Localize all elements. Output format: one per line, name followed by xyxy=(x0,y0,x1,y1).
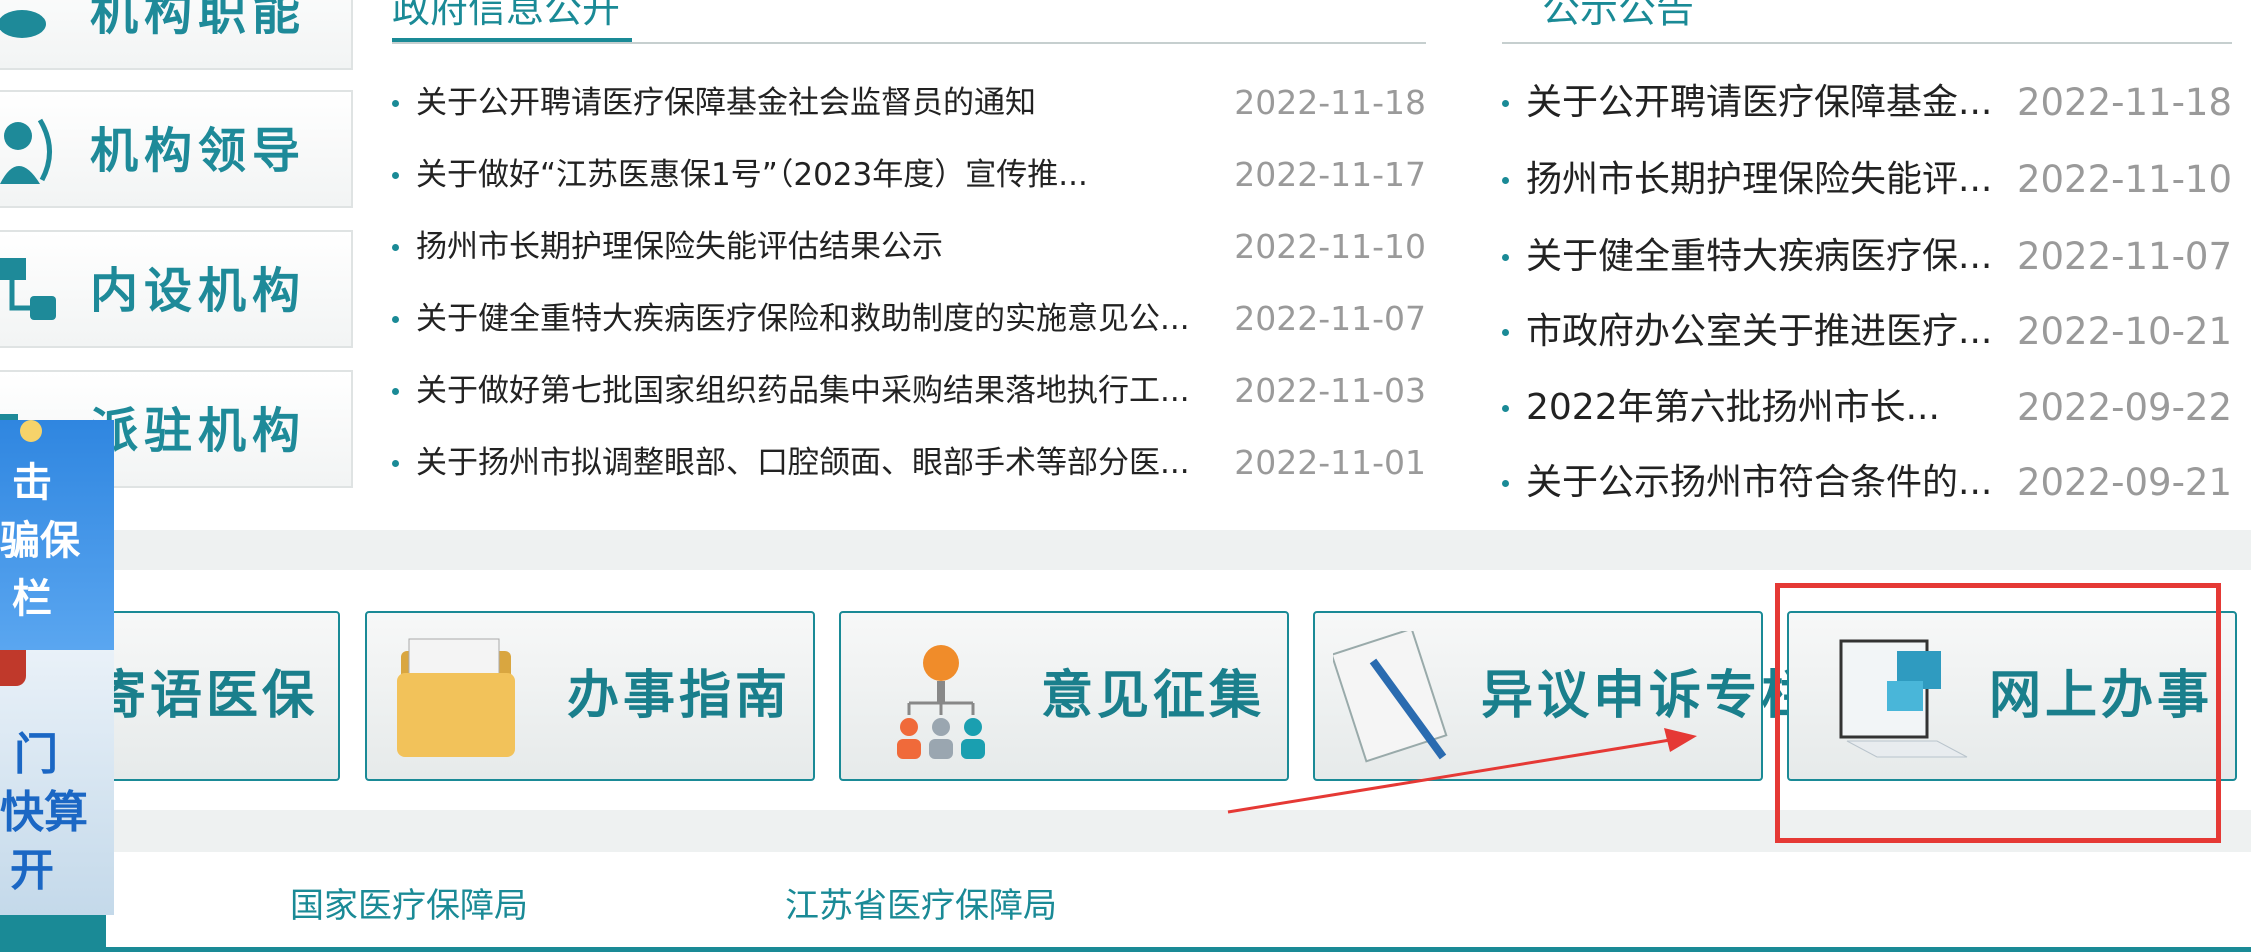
floating-ad-anti-fraud[interactable]: 击 骗保 栏 xyxy=(0,420,114,650)
ad-line: 开 xyxy=(10,845,54,896)
bullet-dot xyxy=(1502,480,1509,487)
list-item-date: 2022-11-10 xyxy=(2016,158,2232,201)
list-item[interactable]: 关于扬州市拟调整眼部、口腔颌面、眼部手术等部分医... 2022-11-01 xyxy=(392,435,1426,491)
link-national-healthcare-security[interactable]: 国家医疗保障局 xyxy=(290,878,528,927)
nav-card-departments[interactable]: 内设机构 xyxy=(0,230,353,348)
list-item-date: 2022-11-17 xyxy=(1234,155,1426,194)
section-divider xyxy=(1502,42,2232,44)
bullet-dot xyxy=(392,460,399,467)
list-item-title[interactable]: 扬州市长期护理保险失能评... xyxy=(1526,152,1992,208)
tab-gov-info[interactable]: 政府信息公开 xyxy=(392,0,620,33)
service-button-label: 办事指南 xyxy=(567,666,792,726)
ad-line: 栏 xyxy=(12,576,52,622)
bullet-dot xyxy=(1502,177,1509,184)
list-item-date: 2022-11-03 xyxy=(1234,371,1426,410)
org-chart-icon xyxy=(0,258,56,320)
highlight-box xyxy=(1775,583,2221,843)
list-item-date: 2022-09-22 xyxy=(2016,386,2232,429)
list-item-title[interactable]: 2022年第六批扬州市长... xyxy=(1526,380,1940,436)
bullet-dot xyxy=(1502,254,1509,261)
list-item[interactable]: 关于公开聘请医疗保障基金... 2022-11-18 xyxy=(1502,75,2232,131)
bulb-team-icon xyxy=(897,645,985,759)
list-item[interactable]: 关于公开聘请医疗保障基金社会监督员的通知 2022-11-18 xyxy=(392,75,1426,131)
bullet-dot xyxy=(392,172,399,179)
list-item[interactable]: 市政府办公室关于推进医疗... 2022-10-21 xyxy=(1502,304,2232,360)
list-item-title[interactable]: 关于健全重特大疾病医疗保险和救助制度的实施意见公... xyxy=(416,291,1190,347)
ad-line: 门 xyxy=(14,729,58,780)
badge-icon xyxy=(0,650,26,686)
nav-card-label: 机构领导 xyxy=(90,123,307,179)
nav-card-functions[interactable]: 机构职能 xyxy=(0,0,353,70)
list-item[interactable]: 关于健全重特大疾病医疗保险和救助制度的实施意见公... 2022-11-07 xyxy=(392,291,1426,347)
section-separator-band xyxy=(0,530,2251,570)
list-item-title[interactable]: 关于健全重特大疾病医疗保... xyxy=(1526,229,1992,285)
list-item-title[interactable]: 关于做好第七批国家组织药品集中采购结果落地执行工... xyxy=(416,363,1190,419)
bullet-dot xyxy=(1502,329,1509,336)
list-item-date: 2022-11-18 xyxy=(1234,83,1426,122)
list-item-date: 2022-10-21 xyxy=(2016,310,2232,353)
list-item[interactable]: 关于做好“江苏医惠保1号”（2023年度）宣传推... 2022-11-17 xyxy=(392,147,1426,203)
nav-card-label: 内设机构 xyxy=(90,263,307,319)
bullet-dot xyxy=(392,244,399,251)
list-item-date: 2022-11-18 xyxy=(2016,81,2232,124)
service-button-guide[interactable]: 办事指南 xyxy=(365,611,815,781)
ad-line: 击 xyxy=(12,460,52,506)
functions-icon xyxy=(0,10,46,38)
list-item-title[interactable]: 市政府办公室关于推进医疗... xyxy=(1526,304,1992,360)
nav-card-label: 派驻机构 xyxy=(90,403,307,459)
bullet-dot xyxy=(1502,100,1509,107)
list-item[interactable]: 关于做好第七批国家组织药品集中采购结果落地执行工... 2022-11-03 xyxy=(392,363,1426,419)
list-item[interactable]: 扬州市长期护理保险失能评... 2022-11-10 xyxy=(1502,152,2232,208)
list-item[interactable]: 关于健全重特大疾病医疗保... 2022-11-07 xyxy=(1502,229,2232,285)
list-item-date: 2022-09-21 xyxy=(2016,461,2232,504)
floating-ad-settlement[interactable]: 门 快算 开 xyxy=(0,650,114,915)
list-item[interactable]: 关于公示扬州市符合条件的... 2022-09-21 xyxy=(1502,455,2232,511)
bullet-dot xyxy=(392,388,399,395)
list-item-title[interactable]: 扬州市长期护理保险失能评估结果公示 xyxy=(416,219,943,275)
list-item[interactable]: 2022年第六批扬州市长... 2022-09-22 xyxy=(1502,380,2232,436)
list-item-date: 2022-11-07 xyxy=(1234,299,1426,338)
tab-notices[interactable]: 公示公告 xyxy=(1542,0,1694,33)
nav-card-leaders[interactable]: 机构领导 xyxy=(0,90,353,208)
bullet-dot xyxy=(392,100,399,107)
link-jiangsu-healthcare-security[interactable]: 江苏省医疗保障局 xyxy=(785,878,1057,927)
list-item-title[interactable]: 关于公开聘请医疗保障基金... xyxy=(1526,75,1992,131)
bullet-dot xyxy=(392,316,399,323)
footer-bar xyxy=(0,947,2251,952)
list-item[interactable]: 扬州市长期护理保险失能评估结果公示 2022-11-10 xyxy=(392,219,1426,275)
leader-person-icon xyxy=(0,118,53,184)
list-item-title[interactable]: 关于扬州市拟调整眼部、口腔颌面、眼部手术等部分医... xyxy=(416,435,1190,491)
list-item-date: 2022-11-07 xyxy=(2016,235,2232,278)
list-item-date: 2022-11-01 xyxy=(1234,443,1426,482)
list-item-title[interactable]: 关于做好“江苏医惠保1号”（2023年度）宣传推... xyxy=(416,147,1088,203)
list-item-title[interactable]: 关于公示扬州市符合条件的... xyxy=(1526,455,1992,511)
list-item-title[interactable]: 关于公开聘请医疗保障基金社会监督员的通知 xyxy=(416,75,1036,131)
service-button-label: 寄语医保 xyxy=(94,666,319,726)
section-divider xyxy=(392,42,1426,44)
gold-coin-icon xyxy=(20,420,42,442)
ad-line: 骗保 xyxy=(0,518,80,564)
bullet-dot xyxy=(1502,405,1509,412)
list-item-date: 2022-11-10 xyxy=(1234,227,1426,266)
nav-card-label: 机构职能 xyxy=(90,0,307,41)
folder-icon xyxy=(397,638,515,757)
ad-line: 快算 xyxy=(0,787,88,838)
annotation-arrow xyxy=(1227,728,1697,814)
